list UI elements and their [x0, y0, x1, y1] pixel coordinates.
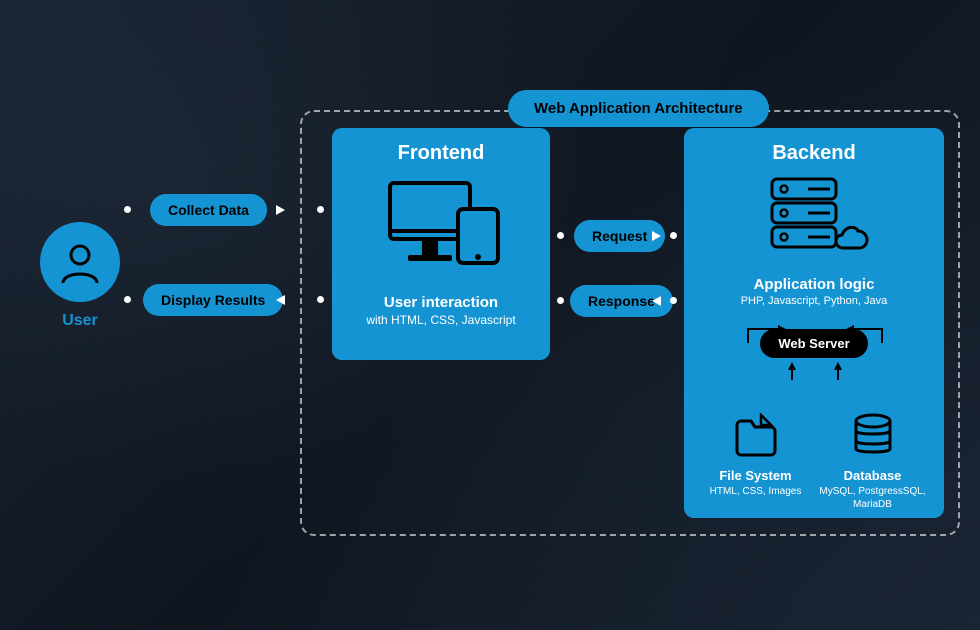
connector-dot [557, 297, 564, 304]
connector-dot [124, 296, 131, 303]
arrow-left-icon [652, 296, 661, 306]
backend-card: Backend Application logic PHP, Javascrip… [684, 128, 944, 518]
database-node: Database MySQL, PostgressSQL, MariaDB [818, 413, 927, 511]
devices-icon [350, 175, 532, 280]
collect-data-pill: Collect Data [150, 194, 267, 226]
folder-icon [701, 413, 810, 462]
user-label: User [30, 312, 130, 330]
server-icon [700, 173, 928, 268]
frontend-heading: Frontend [350, 142, 532, 165]
connector-dot [557, 232, 564, 239]
display-results-pill: Display Results [143, 284, 283, 316]
connector-dot [124, 206, 131, 213]
frontend-subtitle: User interaction [350, 294, 532, 311]
user-node: User [30, 222, 130, 330]
frontend-card: Frontend User interaction with HTML, CSS… [332, 128, 550, 360]
user-icon [40, 222, 120, 302]
frontend-tech: with HTML, CSS, Javascript [350, 313, 532, 327]
connector-dot [317, 206, 324, 213]
arrow-left-icon [276, 295, 285, 305]
database-icon [818, 413, 927, 462]
app-logic-label: Application logic [700, 276, 928, 293]
app-logic-tech: PHP, Javascript, Python, Java [700, 295, 928, 307]
filesystem-tech: HTML, CSS, Images [701, 485, 810, 498]
arrow-right-icon [652, 231, 661, 241]
database-tech: MySQL, PostgressSQL, MariaDB [818, 485, 927, 511]
connector-dot [670, 297, 677, 304]
arrow-right-icon [276, 205, 285, 215]
backend-heading: Backend [700, 142, 928, 165]
filesystem-label: File System [701, 468, 810, 483]
connector-dot [670, 232, 677, 239]
connector-dot [317, 296, 324, 303]
filesystem-node: File System HTML, CSS, Images [701, 413, 810, 511]
diagram-title: Web Application Architecture [508, 90, 769, 127]
database-label: Database [818, 468, 927, 483]
